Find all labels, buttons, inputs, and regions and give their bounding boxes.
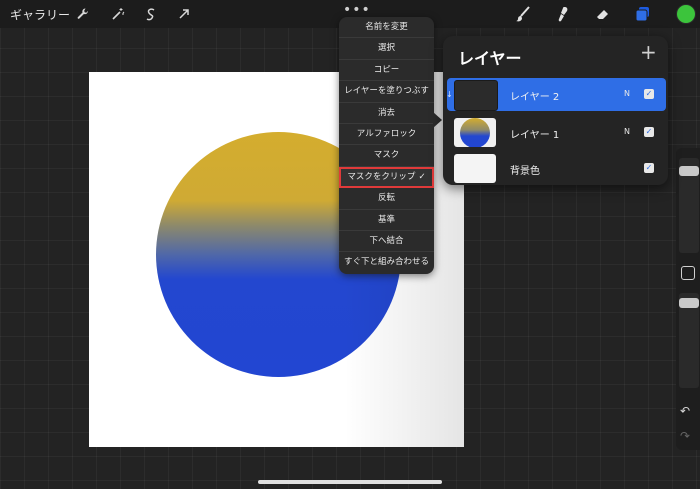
layer-thumbnail[interactable] (454, 80, 498, 111)
layer-row-background[interactable]: 背景色 ✓ (447, 152, 666, 185)
menu-item-combine-down[interactable]: すぐ下と組み合わせる (339, 252, 434, 273)
menu-item-alpha-lock[interactable]: アルファロック (339, 124, 434, 146)
opacity-thumb[interactable] (679, 298, 699, 308)
menu-item-copy[interactable]: コピー (339, 60, 434, 82)
visibility-checkbox[interactable]: ✓ (644, 127, 654, 137)
layers-panel: レイヤー + ↓ レイヤー 2 N ✓ レイヤー 1 N ✓ 背景色 ✓ (443, 36, 668, 185)
selection-icon[interactable] (141, 4, 161, 24)
menu-item-clipping-mask[interactable]: マスクをクリップ ✓ (339, 166, 434, 189)
layer-thumbnail[interactable] (454, 154, 496, 183)
smudge-icon[interactable] (552, 4, 574, 24)
menu-item-label: マスクをクリップ (347, 171, 416, 182)
clipping-arrow-icon: ↓ (446, 90, 453, 99)
layer-row-2[interactable]: ↓ レイヤー 2 N ✓ (446, 78, 666, 111)
brush-size-thumb[interactable] (679, 166, 699, 176)
menu-item-merge-down[interactable]: 下へ結合 (339, 231, 434, 253)
eraser-icon[interactable] (592, 4, 614, 24)
home-indicator (258, 480, 442, 484)
blend-mode-button[interactable]: N (624, 127, 630, 136)
magic-wand-icon[interactable] (108, 4, 128, 24)
menu-item-reference[interactable]: 基準 (339, 210, 434, 231)
color-picker-button[interactable] (676, 4, 696, 24)
layer-name: レイヤー 2 (510, 92, 560, 103)
undo-icon[interactable]: ↶ (680, 404, 690, 418)
side-slider-bar: ↶ ↷ (676, 148, 700, 450)
menu-item-select[interactable]: 選択 (339, 38, 434, 60)
layers-icon[interactable] (632, 4, 654, 24)
menu-item-fill-layer[interactable]: レイヤーを塗りつぶす (339, 81, 434, 103)
layer-thumbnail[interactable] (454, 118, 496, 147)
menu-item-rename[interactable]: 名前を変更 (339, 17, 434, 39)
checkmark-icon: ✓ (418, 171, 426, 182)
visibility-checkbox[interactable]: ✓ (644, 163, 654, 173)
blend-mode-button[interactable]: N (624, 89, 630, 98)
layer-options-menu: 名前を変更 選択 コピー レイヤーを塗りつぶす 消去 アルファロック マスク マ… (339, 17, 434, 274)
visibility-checkbox[interactable]: ✓ (644, 89, 654, 99)
thumbnail-circle (460, 118, 490, 147)
menu-item-clear[interactable]: 消去 (339, 103, 434, 124)
more-actions-icon[interactable]: ••• (343, 2, 371, 18)
layer-name: レイヤー 1 (510, 130, 560, 141)
layers-title: レイヤー (458, 49, 522, 68)
transform-arrow-icon[interactable] (174, 4, 194, 24)
brush-icon[interactable] (512, 4, 534, 24)
layer-name: 背景色 (510, 166, 540, 177)
redo-icon[interactable]: ↷ (680, 429, 690, 443)
wrench-icon[interactable] (73, 4, 93, 24)
gallery-button[interactable]: ギャラリー (10, 6, 70, 23)
modify-button[interactable] (681, 266, 695, 280)
menu-item-mask[interactable]: マスク (339, 145, 434, 167)
menu-item-invert[interactable]: 反転 (339, 188, 434, 210)
add-layer-button[interactable]: + (640, 42, 657, 62)
menu-pointer (433, 112, 442, 128)
layer-row-1[interactable]: レイヤー 1 N ✓ (447, 116, 666, 149)
